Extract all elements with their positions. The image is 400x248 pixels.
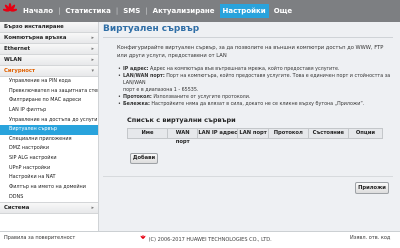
add-button[interactable]: Добави bbox=[130, 153, 158, 164]
expand-arrow-icon: ▸ bbox=[91, 57, 94, 63]
nav-separator: | bbox=[58, 7, 61, 15]
nav-separator: | bbox=[145, 7, 148, 15]
privacy-policy-link[interactable]: Правила за поверителност bbox=[4, 235, 75, 241]
help-text: Използваните от услугите протоколи. bbox=[151, 95, 251, 100]
nav-more[interactable]: Още bbox=[271, 4, 295, 18]
help-item-port-cont: порт е в диапазона 1 - 65535. bbox=[123, 87, 393, 94]
sidebar-item-pin-management[interactable]: Управление на PIN кода bbox=[0, 77, 98, 87]
sidebar: Бързо инсталиране Компютърна връзка ▸ Eth… bbox=[0, 22, 99, 231]
sidebar-section-dialup[interactable]: Компютърна връзка ▸ bbox=[0, 33, 98, 44]
virtual-server-list-title: Списък с виртуални сървъри bbox=[127, 116, 236, 124]
sidebar-item-special-applications[interactable]: Специални приложения bbox=[0, 135, 98, 145]
column-header-lan-port: LAN порт bbox=[238, 129, 269, 138]
help-term: Протокол: bbox=[123, 95, 152, 100]
help-item-note: Бележка: Настройките няма да влязат в си… bbox=[118, 101, 393, 108]
sidebar-item-dmz[interactable]: DMZ настройки bbox=[0, 144, 98, 154]
expand-arrow-icon: ▸ bbox=[91, 35, 94, 41]
footer: Правила за поверителност (C) 2006-2017 H… bbox=[0, 231, 400, 248]
description-line: или други услуги, предоставени от LAN bbox=[117, 53, 227, 59]
sidebar-section-ethernet[interactable]: Ethernet ▸ bbox=[0, 44, 98, 55]
divider bbox=[103, 37, 393, 38]
column-header-wan-port: WAN порт bbox=[168, 129, 199, 145]
nav-separator: | bbox=[115, 7, 119, 15]
description-line: Конфигурирайте виртуален сървър, за да п… bbox=[117, 45, 384, 51]
help-item-protocol: Протокол: Използваните от услугите прото… bbox=[118, 94, 393, 101]
sidebar-section-label: Система bbox=[4, 205, 30, 212]
sidebar-section-label: Сигурност bbox=[4, 68, 36, 74]
sidebar-item-nat[interactable]: Настройки на NAT bbox=[0, 173, 98, 183]
divider bbox=[103, 176, 393, 177]
nav-settings[interactable]: Настройки bbox=[219, 4, 269, 18]
sidebar-section-label: Ethernet bbox=[4, 46, 31, 52]
column-header-protocol: Протокол bbox=[268, 129, 309, 138]
open-source-link[interactable]: Изявл. отв. код bbox=[350, 235, 390, 241]
column-header-lan-ip: LAN IP адрес bbox=[198, 129, 239, 138]
sidebar-item-lan-ip-filter[interactable]: LAN IP филтър bbox=[0, 106, 98, 116]
help-term: LAN/WAN порт: bbox=[123, 74, 165, 79]
page-title: Виртуален сървър bbox=[103, 24, 200, 34]
sidebar-item-virtual-server[interactable]: Виртуален сървър bbox=[0, 125, 98, 135]
sidebar-section-system[interactable]: Система ▸ bbox=[0, 202, 98, 215]
sidebar-section-label: WLAN bbox=[4, 57, 22, 63]
sidebar-item-mac-filter[interactable]: Филтриране по MAC адреси bbox=[0, 96, 98, 106]
huawei-logo-icon bbox=[3, 3, 17, 12]
sidebar-section-quick-setup[interactable]: Бързо инсталиране bbox=[0, 22, 98, 33]
sidebar-section-security[interactable]: Сигурност ▾ bbox=[0, 66, 98, 77]
collapse-arrow-icon: ▾ bbox=[91, 68, 94, 74]
sidebar-section-wlan[interactable]: WLAN ▸ bbox=[0, 55, 98, 66]
help-item-ip: IP адрес: Адрес на компютъра във вътрешн… bbox=[118, 66, 393, 73]
sidebar-item-ddns[interactable]: DDNS bbox=[0, 193, 98, 203]
sidebar-item-domain-filter[interactable]: Филтър на името на домейни bbox=[0, 183, 98, 193]
column-header-status: Състояние bbox=[308, 129, 349, 138]
huawei-logo-icon bbox=[140, 235, 146, 239]
help-text: порт е в диапазона 1 - 65535. bbox=[123, 88, 199, 93]
nav-update[interactable]: Актуализиране bbox=[150, 4, 218, 18]
help-term: IP адрес: bbox=[123, 67, 149, 72]
copyright-text: (C) 2006-2017 HUAWEI TECHNOLOGIES CO., L… bbox=[148, 237, 272, 243]
expand-arrow-icon: ▸ bbox=[91, 205, 94, 212]
sidebar-item-upnp[interactable]: UPnP настройки bbox=[0, 164, 98, 174]
sidebar-section-label: Бързо инсталиране bbox=[4, 24, 64, 30]
expand-arrow-icon: ▸ bbox=[91, 46, 94, 52]
help-text: Адрес на компютъра във вътрешната мрежа,… bbox=[148, 67, 340, 72]
apply-button[interactable]: Приложи bbox=[355, 182, 389, 194]
sidebar-item-service-access[interactable]: Управление на достъпа до услуги bbox=[0, 116, 98, 126]
help-list: IP адрес: Адрес на компютъра във вътрешн… bbox=[103, 66, 393, 108]
sidebar-section-label: Компютърна връзка bbox=[4, 35, 67, 41]
help-term: Бележка: bbox=[123, 102, 150, 107]
top-navigation: Начало | Статистика | SMS | Актуализиран… bbox=[0, 0, 400, 22]
copyright: (C) 2006-2017 HUAWEI TECHNOLOGIES CO., L… bbox=[139, 235, 272, 243]
help-item-port: LAN/WAN порт: Порт на компютъра, който п… bbox=[118, 73, 393, 87]
sidebar-item-firewall-switch[interactable]: Превключвател на защитната стена bbox=[0, 87, 98, 97]
sidebar-item-sip-alg[interactable]: SIP ALG настройки bbox=[0, 154, 98, 164]
help-text: Настройките няма да влязат в сила, докат… bbox=[149, 102, 365, 107]
column-header-name: Име bbox=[128, 129, 169, 138]
main-content: Виртуален сървър Конфигурирайте виртуале… bbox=[103, 24, 393, 145]
nav-home[interactable]: Начало bbox=[20, 4, 56, 18]
nav-sms[interactable]: SMS bbox=[120, 4, 143, 18]
column-header-options: Опции bbox=[348, 129, 383, 138]
nav-statistics[interactable]: Статистика bbox=[62, 4, 113, 18]
virtual-server-table-header: Име WAN порт LAN IP адрес LAN порт Прото… bbox=[127, 128, 383, 145]
page-description: Конфигурирайте виртуален сървър, за да п… bbox=[103, 44, 393, 60]
